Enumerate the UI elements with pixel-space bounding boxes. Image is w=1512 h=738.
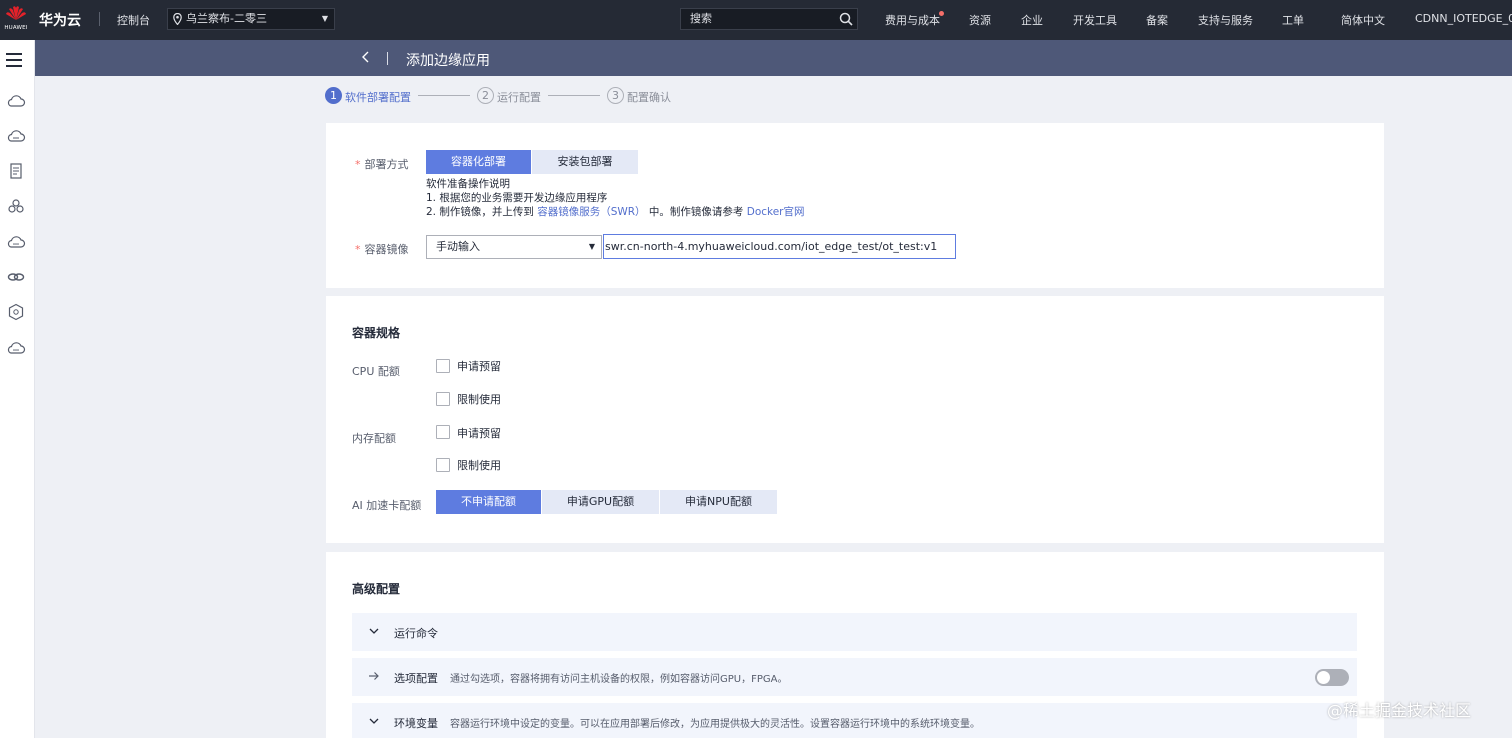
row-name: 运行命令 [394,627,438,640]
nav-icp[interactable]: 备案 [1146,12,1168,28]
step-label: 软件部署配置 [345,91,411,104]
search-icon[interactable] [839,12,853,26]
step-number: 1 [325,87,342,104]
arrow-right-icon [369,672,379,680]
nav-cost[interactable]: 费用与成本 [885,11,944,28]
cpu-limit-checkbox[interactable] [436,392,450,406]
option-config-row[interactable]: 选项配置 通过勾选项，容器将拥有访问主机设备的权限，例如容器访问GPU，FPGA… [352,658,1357,696]
deploy-card: * 部署方式 容器化部署 安装包部署 软件准备操作说明 1. 根据您的业务需要开发… [326,123,1384,288]
region-value: 乌兰察布-二零三 [186,12,267,25]
package-deploy-option[interactable]: 安装包部署 [532,150,638,174]
caret-down-icon: ▼ [588,242,595,251]
nav-ticket[interactable]: 工单 [1282,12,1304,28]
required-mark: * [355,158,361,171]
left-sidebar [0,40,35,738]
memory-request-checkbox[interactable] [436,425,450,439]
docker-link[interactable]: Docker官网 [747,206,805,218]
no-quota-option[interactable]: 不申请配额 [436,490,541,514]
nav-support[interactable]: 支持与服务 [1198,12,1253,28]
step-label: 运行配置 [497,91,541,104]
memory-quota-label: 内存配额 [352,432,396,445]
row-description: 通过勾选项，容器将拥有访问主机设备的权限，例如容器访问GPU，FPGA。 [450,674,788,685]
help-line-2: 2. 制作镜像，并上传到 容器镜像服务（SWR） 中。制作镜像请参考 Docke… [426,206,805,218]
checkbox-label: 限制使用 [457,393,501,406]
caret-down-icon: ▼ [321,14,328,23]
cpu-request-checkbox[interactable] [436,359,450,373]
chevron-down-icon [369,718,379,724]
page-header: 添加边缘应用 [35,40,1512,76]
toggle-knob [1317,671,1330,684]
memory-limit-checkbox[interactable] [436,458,450,472]
step-number: 3 [607,87,624,104]
row-name: 选项配置 [394,672,438,685]
nav-account[interactable]: CDNN_IOTEDGE_00 [1415,12,1512,25]
privileged-toggle[interactable] [1315,669,1349,686]
nav-resources[interactable]: 资源 [969,12,991,28]
nav-dev-tools[interactable]: 开发工具 [1073,12,1117,28]
chevron-down-icon [369,628,379,634]
help-title: 软件准备操作说明 [426,178,510,190]
step-connector [418,95,470,96]
step-number: 2 [477,87,494,104]
search-placeholder: 搜索 [690,12,712,25]
cluster-icon[interactable] [6,197,26,215]
document-icon[interactable] [6,162,26,180]
image-address-input[interactable]: swr.cn-north-4.myhuaweicloud.com/iot_edg… [603,234,956,259]
container-image-label: * 容器镜像 [355,243,409,256]
divider [387,52,388,65]
row-description: 容器运行环境中设定的变量。可以在应用部署后修改，为应用提供极大的灵活性。设置容器… [450,719,980,730]
checkbox-label: 申请预留 [457,427,501,440]
deploy-method-label: * 部署方式 [355,158,409,171]
container-deploy-option[interactable]: 容器化部署 [426,150,531,174]
select-value: 手动输入 [436,240,480,253]
brand-name[interactable]: 华为云 [39,10,81,30]
huawei-petals-icon [6,6,26,20]
ai-accel-label: AI 加速卡配额 [352,499,422,512]
hexagon-icon[interactable] [6,303,26,321]
required-mark: * [355,243,361,256]
cpu-quota-label: CPU 配额 [352,365,400,378]
section-title: 容器规格 [352,326,401,340]
step-label: 配置确认 [627,91,671,104]
gpu-quota-option[interactable]: 申请GPU配额 [542,490,659,514]
section-title: 高级配置 [352,582,401,596]
row-name: 环境变量 [394,717,438,730]
divider [99,12,100,26]
region-selector[interactable]: 乌兰察布-二零三 ▼ [167,8,335,30]
advanced-config-card: 高级配置 运行命令 选项配置 通过勾选项，容器将拥有访问主机设备的权限，例如容器… [326,552,1384,738]
logo-text: HUAWEI [4,25,28,31]
container-spec-card: 容器规格 CPU 配额 申请预留 限制使用 内存配额 申请预留 限制使用 AI … [326,296,1384,543]
cloud-icon[interactable] [6,92,26,110]
checkbox-label: 限制使用 [457,459,501,472]
page-title: 添加边缘应用 [406,53,490,69]
nav-enterprise[interactable]: 企业 [1021,12,1043,28]
checkbox-label: 申请预留 [457,360,501,373]
watermark: @稀土掘金技术社区 [1327,701,1472,720]
search-input[interactable]: 搜索 [680,8,858,30]
cloud-icon[interactable] [6,233,26,251]
npu-quota-option[interactable]: 申请NPU配额 [660,490,777,514]
cloud-icon[interactable] [6,339,26,357]
nav-language[interactable]: 简体中文 [1341,12,1385,28]
env-variables-row[interactable]: 环境变量 容器运行环境中设定的变量。可以在应用部署后修改，为应用提供极大的灵活性… [352,703,1357,738]
swr-link[interactable]: 容器镜像服务（SWR） [537,206,645,218]
top-navigation-bar: HUAWEI 华为云 控制台 乌兰察布-二零三 ▼ 搜索 费用与成本 资源 企业… [0,0,1512,40]
run-command-row[interactable]: 运行命令 [352,613,1357,651]
huawei-logo[interactable]: HUAWEI [3,4,29,36]
cloud-icon[interactable] [6,127,26,145]
help-line-1: 1. 根据您的业务需要开发边缘应用程序 [426,192,608,204]
notification-dot [939,11,944,16]
step-connector [548,95,600,96]
menu-icon[interactable] [6,53,22,67]
console-link[interactable]: 控制台 [117,12,150,28]
link-icon[interactable] [6,268,26,286]
back-arrow-icon[interactable] [359,48,373,66]
image-source-select[interactable]: 手动输入 ▼ [426,235,602,259]
location-pin-icon [173,13,182,25]
